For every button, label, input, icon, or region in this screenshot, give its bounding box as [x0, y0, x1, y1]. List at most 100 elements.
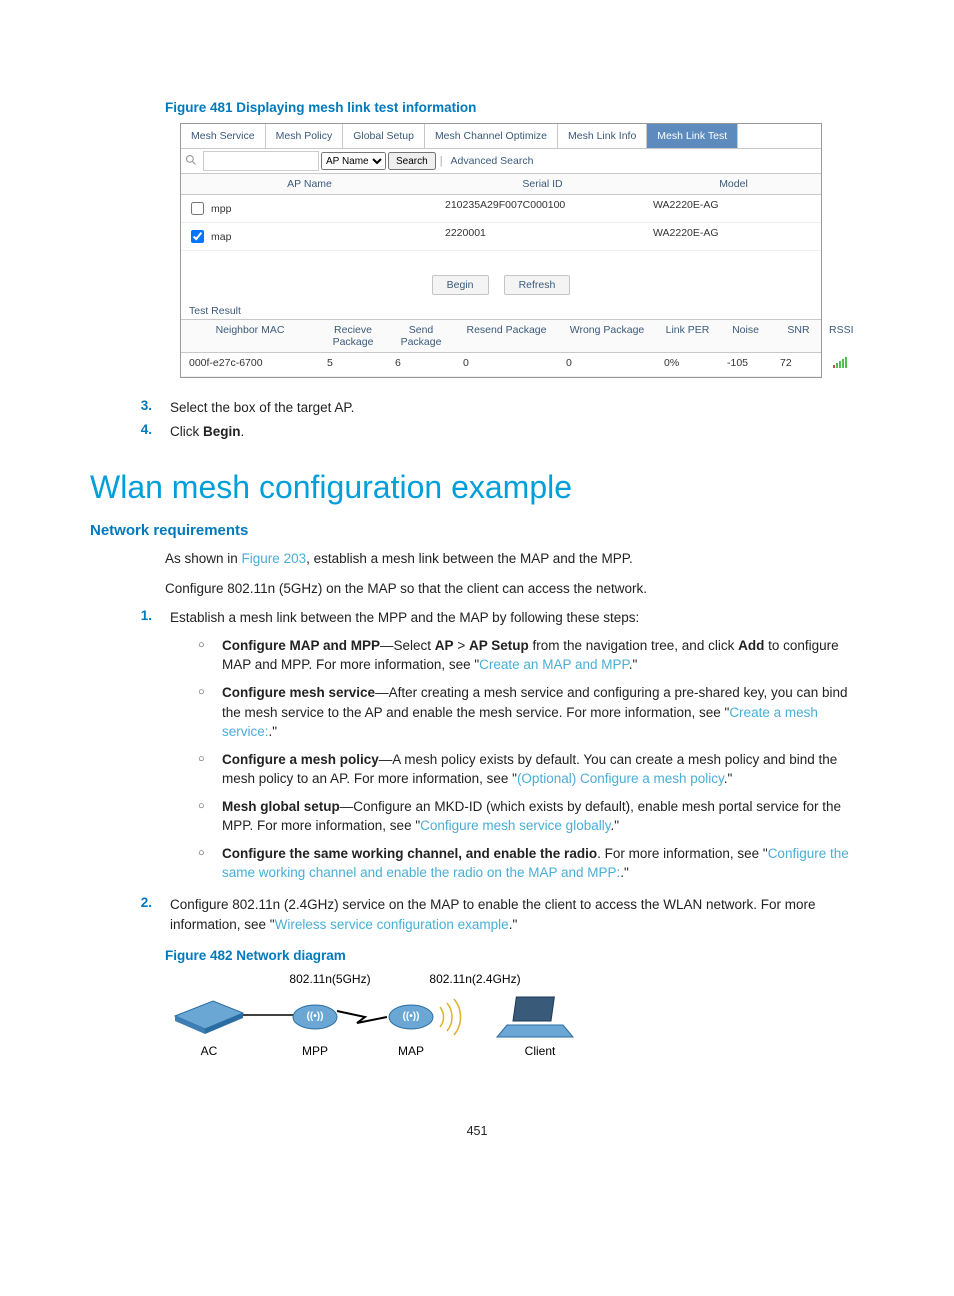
bullet-icon: ○ [198, 636, 208, 675]
bullet-icon: ○ [198, 797, 208, 836]
client-icon [497, 997, 573, 1037]
ap-table-header: AP Name Serial ID Model [181, 174, 821, 195]
advanced-search-link[interactable]: Advanced Search [451, 155, 534, 167]
bullet-icon: ○ [198, 844, 208, 883]
col-resend-package: Resend Package [455, 320, 558, 352]
proc-num-1: 1. [134, 608, 152, 891]
col-snr: SNR [772, 320, 825, 352]
ap-checkbox-map[interactable] [191, 230, 204, 243]
proc-num-2: 2. [134, 895, 152, 934]
col-neighbor-mac: Neighbor MAC [181, 320, 319, 352]
begin-button[interactable]: Begin [432, 275, 489, 295]
search-row: AP Name Search | Advanced Search [181, 149, 821, 174]
section-network-requirements: Network requirements [90, 522, 864, 539]
step-text-3: Select the box of the target AP. [170, 398, 864, 418]
ap-row-map: map 2220001 WA2220E-AG [181, 223, 821, 251]
step-text-4: Click Begin. [170, 422, 864, 442]
tab-mesh-channel-optimize[interactable]: Mesh Channel Optimize [425, 124, 558, 148]
label-mpp: MPP [302, 1044, 328, 1058]
tab-mesh-link-info[interactable]: Mesh Link Info [558, 124, 647, 148]
result-row: 000f-e27c-6700 5 6 0 0 0% -105 72 [181, 353, 821, 377]
model-mpp: WA2220E-AG [647, 195, 821, 222]
search-button[interactable]: Search [388, 152, 436, 170]
val-wrong: 0 [562, 353, 660, 376]
col-send-package: Send Package [387, 320, 455, 352]
model-map: WA2220E-AG [647, 223, 821, 250]
page-number: 451 [90, 1124, 864, 1138]
sub-mesh-global-setup: ○ Mesh global setup—Configure an MKD-ID … [198, 797, 864, 836]
label-5ghz: 802.11n(5GHz) [289, 972, 370, 986]
mesh-link-test-screenshot: Mesh Service Mesh Policy Global Setup Me… [180, 123, 822, 378]
link-wireless-config-example[interactable]: Wireless service configuration example [275, 917, 509, 932]
link-create-map-mpp[interactable]: Create an MAP and MPP [479, 657, 629, 672]
val-noise: -105 [723, 353, 776, 376]
test-result-label: Test Result [181, 301, 821, 320]
step-num-3: 3. [134, 398, 152, 418]
col-noise: Noise [719, 320, 772, 352]
search-field-select[interactable]: AP Name [321, 152, 386, 170]
link-figure-203[interactable]: Figure 203 [242, 551, 307, 566]
bullet-icon: ○ [198, 750, 208, 789]
col-rssi: RSSI [825, 320, 858, 352]
link-configure-mesh-policy[interactable]: (Optional) Configure a mesh policy [517, 771, 724, 786]
proc-body-1: Establish a mesh link between the MPP an… [170, 608, 864, 891]
action-buttons: Begin Refresh [181, 251, 821, 301]
val-mac: 000f-e27c-6700 [181, 353, 323, 376]
svg-text:((•)): ((•)) [403, 1011, 420, 1022]
sub-configure-channel: ○ Configure the same working channel, an… [198, 844, 864, 883]
col-wrong-package: Wrong Package [558, 320, 656, 352]
search-icon [185, 154, 201, 169]
val-send: 6 [391, 353, 459, 376]
sub-configure-mesh-service: ○ Configure mesh service—After creating … [198, 683, 864, 742]
tab-global-setup[interactable]: Global Setup [343, 124, 425, 148]
ap-name-map: map [211, 231, 231, 243]
val-per: 0% [660, 353, 723, 376]
label-24ghz: 802.11n(2.4GHz) [429, 972, 520, 986]
ac-icon [175, 1001, 243, 1034]
step-num-4: 4. [134, 422, 152, 442]
figure-482-caption: Figure 482 Network diagram [165, 948, 864, 963]
label-map: MAP [398, 1044, 424, 1058]
para-1: As shown in Figure 203, establish a mesh… [165, 549, 864, 569]
search-input[interactable] [203, 151, 319, 171]
proc-body-2: Configure 802.11n (2.4GHz) service on th… [170, 895, 864, 934]
col-model: Model [647, 174, 821, 194]
col-serial-id: Serial ID [439, 174, 647, 194]
para-2: Configure 802.11n (5GHz) on the MAP so t… [165, 579, 864, 599]
page-title: Wlan mesh configuration example [90, 469, 864, 506]
figure-481-caption: Figure 481 Displaying mesh link test inf… [165, 100, 864, 115]
col-recieve-package: Recieve Package [319, 320, 387, 352]
tab-mesh-link-test[interactable]: Mesh Link Test [647, 124, 738, 148]
serial-mpp: 210235A29F007C000100 [439, 195, 647, 222]
col-link-per: Link PER [656, 320, 719, 352]
mpp-icon: ((•)) [293, 1005, 337, 1029]
label-ac: AC [201, 1044, 218, 1058]
val-snr: 72 [776, 353, 829, 376]
step-3: 3. Select the box of the target AP. [134, 398, 864, 418]
val-rssi [829, 353, 857, 376]
serial-map: 2220001 [439, 223, 647, 250]
signal-icon [833, 357, 853, 372]
ap-row-mpp: mpp 210235A29F007C000100 WA2220E-AG [181, 195, 821, 223]
val-recieve: 5 [323, 353, 391, 376]
bullet-icon: ○ [198, 683, 208, 742]
ap-name-mpp: mpp [211, 203, 231, 215]
svg-text:((•)): ((•)) [307, 1011, 324, 1022]
refresh-button[interactable]: Refresh [504, 275, 571, 295]
sub-configure-map-mpp: ○ Configure MAP and MPP—Select AP > AP S… [198, 636, 864, 675]
tab-mesh-policy[interactable]: Mesh Policy [266, 124, 344, 148]
val-resend: 0 [459, 353, 562, 376]
link-configure-mesh-globally[interactable]: Configure mesh service globally [420, 818, 610, 833]
tab-mesh-service[interactable]: Mesh Service [181, 124, 266, 148]
col-ap-name: AP Name [181, 174, 439, 194]
label-client: Client [525, 1044, 556, 1058]
proc-step-1: 1. Establish a mesh link between the MPP… [134, 608, 864, 891]
tab-bar: Mesh Service Mesh Policy Global Setup Me… [181, 124, 821, 149]
map-icon: ((•)) [389, 1005, 433, 1029]
result-header: Neighbor MAC Recieve Package Send Packag… [181, 320, 821, 353]
proc-step-2: 2. Configure 802.11n (2.4GHz) service on… [134, 895, 864, 934]
step-4: 4. Click Begin. [134, 422, 864, 442]
sub-configure-mesh-policy: ○ Configure a mesh policy—A mesh policy … [198, 750, 864, 789]
network-diagram: 802.11n(5GHz) 802.11n(2.4GHz) ((•)) ((•)… [165, 971, 625, 1064]
ap-checkbox-mpp[interactable] [191, 202, 204, 215]
